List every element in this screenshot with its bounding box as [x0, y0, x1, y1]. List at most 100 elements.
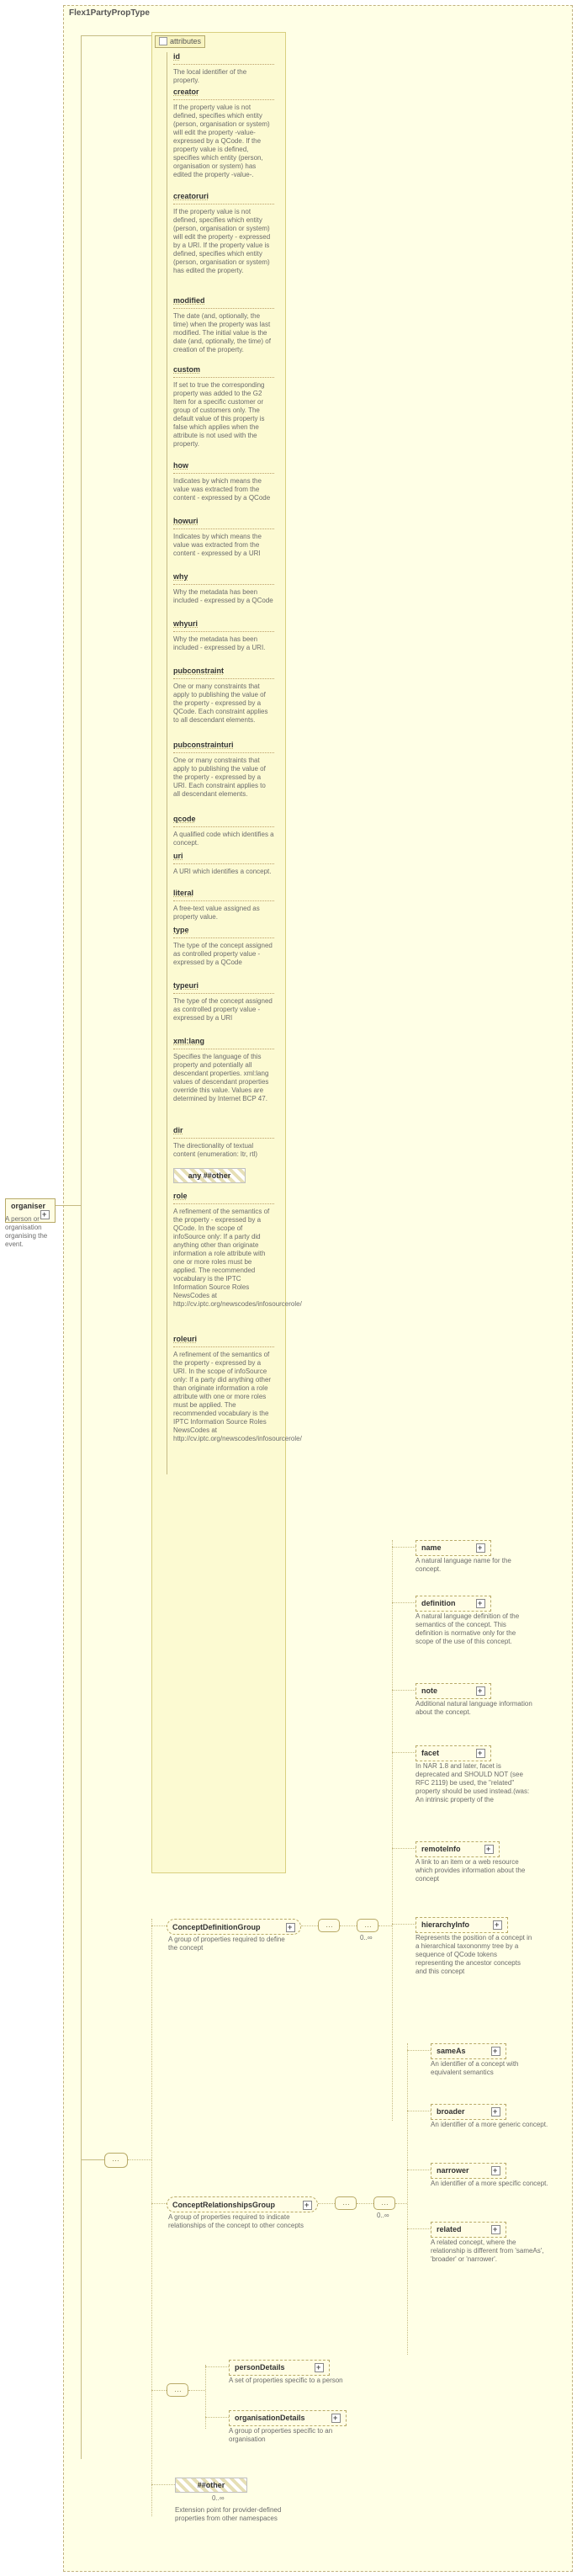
expand-icon[interactable] [491, 2047, 500, 2056]
elem-desc: An identifier of a more specific concept… [431, 2180, 548, 2188]
minus-icon[interactable] [159, 37, 167, 45]
expand-icon[interactable] [493, 1920, 502, 1930]
connector [407, 2111, 431, 2112]
connector [340, 1925, 357, 1927]
elem-label: facet [421, 1749, 439, 1757]
attr-roleuri: roleuri A refinement of the semantics of… [173, 1335, 274, 1443]
attr-desc: A refinement of the semantics of the pro… [173, 1208, 274, 1309]
elem-desc: A natural language definition of the sem… [416, 1612, 533, 1646]
attr-name: id [173, 52, 274, 61]
elem-desc: An identifier of a more generic concept. [431, 2121, 548, 2129]
attr-dir: dir The directionality of textual conten… [173, 1126, 274, 1159]
expand-icon[interactable] [303, 2201, 312, 2210]
attr-desc: A free-text value assigned as property v… [173, 905, 274, 922]
group-name: ConceptRelationshipsGroup [172, 2201, 275, 2209]
attr-desc: A qualified code which identifies a conc… [173, 831, 274, 847]
attr-desc: The type of the concept assigned as cont… [173, 942, 274, 967]
expand-icon[interactable] [476, 1749, 485, 1758]
elem-facet: facet [416, 1745, 491, 1761]
group-name: ConceptDefinitionGroup [172, 1923, 261, 1931]
elem-any-other: ##other [175, 2478, 247, 2493]
cardinality-label: 0..∞ [212, 2494, 225, 2502]
attr-name: type [173, 926, 274, 935]
elem-definition: definition [416, 1596, 491, 1612]
attr-desc: Indicates by which means the value was e… [173, 533, 274, 558]
attr-name: creatoruri [173, 192, 274, 201]
elem-label: remoteInfo [421, 1845, 461, 1853]
choice-icon [167, 2383, 188, 2397]
connector [128, 2159, 151, 2161]
attr-desc: If the property value is not defined, sp… [173, 208, 274, 275]
elem-desc: Additional natural language information … [416, 1700, 533, 1717]
attributes-header: attributes [155, 35, 205, 48]
sequence-icon [318, 1919, 340, 1932]
expand-icon[interactable] [315, 2363, 324, 2372]
attr-desc: Specifies the language of this property … [173, 1053, 274, 1103]
expand-icon[interactable] [491, 2107, 500, 2117]
connector-to-attributes [81, 35, 151, 36]
concept-definition-group: ConceptDefinitionGroup [167, 1919, 301, 1935]
elem-persondetails: personDetails [229, 2360, 330, 2376]
connector-main-vline [151, 1919, 153, 2488]
attr-desc: If the property value is not defined, sp… [173, 104, 274, 179]
elem-label: definition [421, 1599, 456, 1607]
elem-label: related [437, 2225, 462, 2233]
concept-relationships-group: ConceptRelationshipsGroup [167, 2196, 318, 2212]
elem-desc: An identifier of a concept with equivale… [431, 2060, 548, 2077]
attr-name: whyuri [173, 619, 274, 629]
attr-name: custom [173, 365, 274, 374]
attr-pubconstrainturi: pubconstrainturi One or many constraints… [173, 741, 274, 799]
attr-name: roleuri [173, 1335, 274, 1344]
attr-creator: creator If the property value is not def… [173, 88, 274, 179]
expand-icon[interactable] [476, 1599, 485, 1608]
attr-name: literal [173, 889, 274, 898]
expand-icon[interactable] [476, 1543, 485, 1553]
sequence-icon [104, 2153, 128, 2168]
attr-xmllang: xml:lang Specifies the language of this … [173, 1037, 274, 1103]
connector [357, 2203, 373, 2205]
connector [205, 2417, 229, 2419]
connector [151, 2203, 167, 2205]
elem-label: personDetails [235, 2363, 285, 2372]
expand-icon[interactable] [476, 1686, 485, 1696]
attr-why: why Why the metadata has been included -… [173, 572, 274, 605]
attr-name: typeuri [173, 981, 274, 991]
elem-desc: A natural language name for the concept. [416, 1557, 533, 1574]
elem-label: narrower [437, 2166, 469, 2175]
attr-name: dir [173, 1126, 274, 1135]
attr-name: xml:lang [173, 1037, 274, 1046]
attr-name: creator [173, 88, 274, 97]
attr-desc: One or many constraints that apply to pu… [173, 757, 274, 799]
expand-icon[interactable] [484, 1845, 494, 1854]
attr-desc: The type of the concept assigned as cont… [173, 997, 274, 1022]
connector [205, 2366, 229, 2368]
attr-name: pubconstraint [173, 667, 274, 676]
sequence-icon [357, 1919, 378, 1932]
cardinality-label: 0..∞ [377, 2212, 389, 2219]
connector [392, 1690, 416, 1692]
elem-desc: Extension point for provider-defined pro… [175, 2506, 293, 2523]
connector [392, 1924, 416, 1925]
connector [318, 2203, 335, 2205]
attr-modified: modified The date (and, optionally, the … [173, 296, 274, 354]
connector [151, 1925, 167, 1927]
elem-desc: A group of properties specific to an org… [229, 2427, 347, 2444]
attr-custom: custom If set to true the corresponding … [173, 365, 274, 449]
elem-label: name [421, 1543, 442, 1552]
expand-icon[interactable] [331, 2414, 341, 2423]
elem-label: hierarchyInfo [421, 1920, 469, 1929]
attr-howuri: howuri Indicates by which means the valu… [173, 517, 274, 558]
expand-icon[interactable] [491, 2225, 500, 2234]
elem-label: sameAs [437, 2047, 466, 2055]
expand-icon[interactable] [286, 1923, 295, 1932]
attr-type: type The type of the concept assigned as… [173, 926, 274, 967]
attr-name: role [173, 1192, 274, 1201]
attr-name: howuri [173, 517, 274, 526]
attr-literal: literal A free-text value assigned as pr… [173, 889, 274, 922]
elem-desc: A related concept, where the relationshi… [431, 2239, 548, 2264]
connector [392, 1848, 416, 1850]
elem-desc: A set of properties specific to a person [229, 2377, 347, 2385]
expand-icon[interactable] [491, 2166, 500, 2175]
attributes-label: attributes [170, 37, 201, 45]
any-other-label: any ##other [188, 1171, 231, 1180]
